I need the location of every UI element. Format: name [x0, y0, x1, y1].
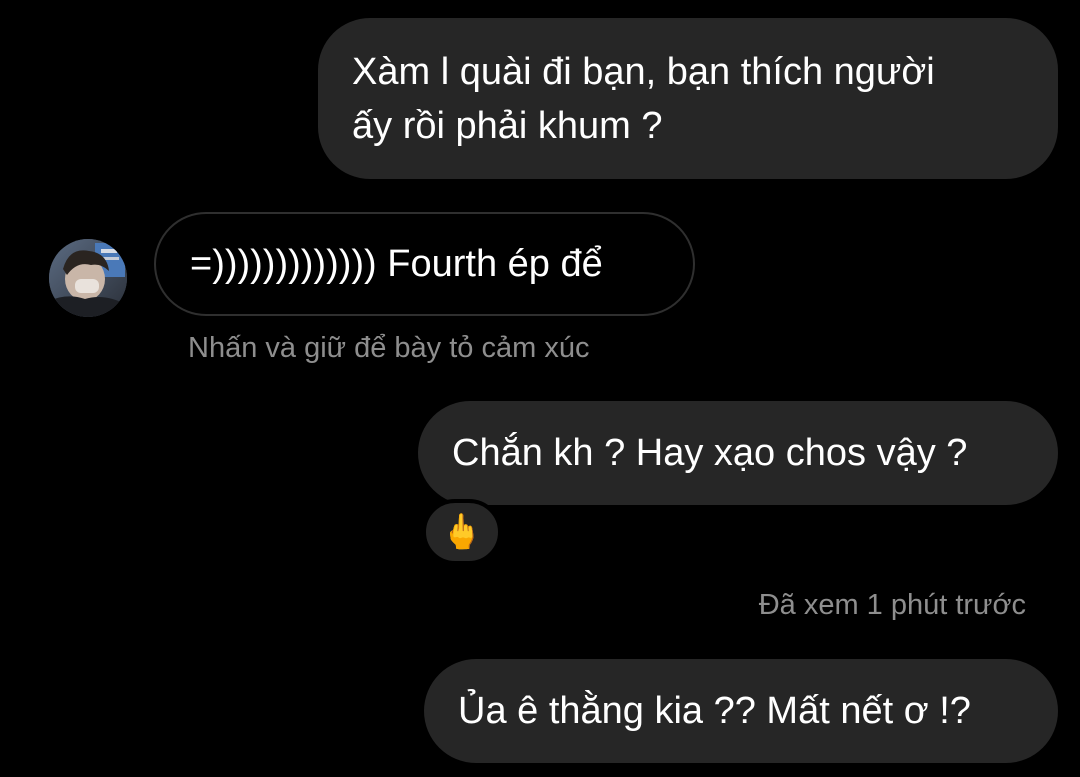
message-text: Chắn kh ? Hay xạo chos vậy ?: [452, 432, 968, 474]
message-text-line: Xàm l quài đi bạn, bạn thích người: [352, 51, 935, 93]
incoming-message-bubble[interactable]: =))))))))))))) Fourth ép để: [154, 212, 695, 316]
outgoing-message-bubble[interactable]: Ủa ê thằng kia ?? Mất nết ơ !?: [424, 659, 1058, 763]
seen-status: Đã xem 1 phút trước: [758, 589, 1026, 621]
message-text: =))))))))))))) Fourth ép để: [190, 243, 603, 285]
middle-finger-emoji-icon: 🖕: [440, 513, 484, 551]
outgoing-message-bubble[interactable]: Xàm l quài đi bạn, bạn thích người ấy rồ…: [318, 18, 1058, 179]
message-text: Ủa ê thằng kia ?? Mất nết ơ !?: [458, 690, 971, 732]
message-reaction[interactable]: 🖕: [422, 499, 502, 565]
message-text-line: ấy rồi phải khum ?: [352, 105, 663, 147]
reaction-hint: Nhấn và giữ để bày tỏ cảm xúc: [188, 332, 590, 364]
avatar[interactable]: [49, 239, 127, 317]
outgoing-message-bubble[interactable]: Chắn kh ? Hay xạo chos vậy ?: [418, 401, 1058, 505]
user-avatar-photo-icon: [49, 239, 127, 317]
